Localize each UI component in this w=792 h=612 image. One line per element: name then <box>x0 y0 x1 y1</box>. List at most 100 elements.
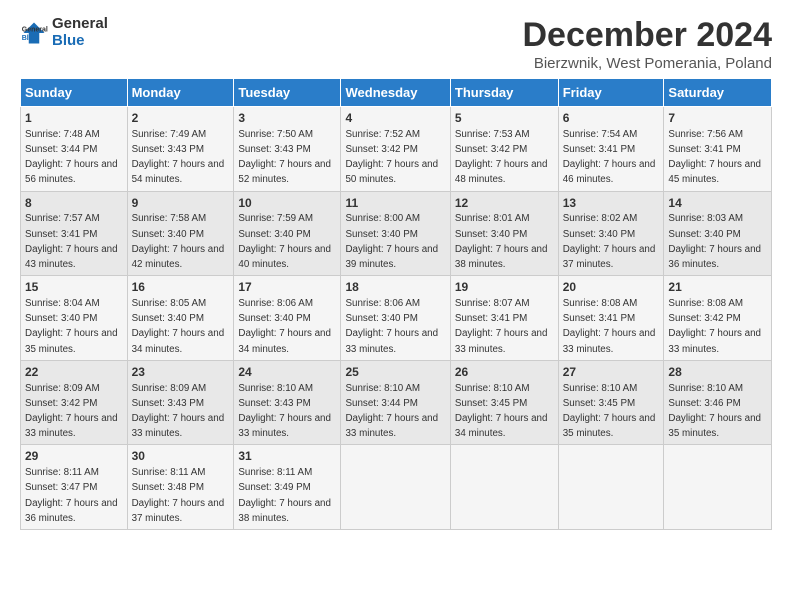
logo-general: General <box>52 16 108 33</box>
calendar-cell: 16 Sunrise: 8:05 AMSunset: 3:40 PMDayligh… <box>127 276 234 361</box>
day-number: 7 <box>668 110 767 127</box>
calendar-cell: 31 Sunrise: 8:11 AMSunset: 3:49 PMDayligh… <box>234 445 341 530</box>
day-header-saturday: Saturday <box>664 79 772 107</box>
calendar-cell: 7 Sunrise: 7:56 AMSunset: 3:41 PMDaylight… <box>664 107 772 192</box>
day-number: 19 <box>455 279 554 296</box>
day-header-tuesday: Tuesday <box>234 79 341 107</box>
day-number: 13 <box>563 195 660 212</box>
day-number: 3 <box>238 110 336 127</box>
day-number: 18 <box>345 279 445 296</box>
day-number: 5 <box>455 110 554 127</box>
day-number: 14 <box>668 195 767 212</box>
day-info: Sunrise: 8:11 AMSunset: 3:49 PMDaylight:… <box>238 467 331 524</box>
day-number: 20 <box>563 279 660 296</box>
svg-text:Blue: Blue <box>22 35 37 42</box>
day-number: 26 <box>455 364 554 381</box>
day-header-wednesday: Wednesday <box>341 79 450 107</box>
day-info: Sunrise: 8:10 AMSunset: 3:45 PMDaylight:… <box>455 383 548 440</box>
day-info: Sunrise: 8:10 AMSunset: 3:43 PMDaylight:… <box>238 383 331 440</box>
calendar-cell: 20 Sunrise: 8:08 AMSunset: 3:41 PMDayligh… <box>558 276 664 361</box>
title-block: December 2024 Bierzwnik, West Pomerania,… <box>522 16 772 72</box>
day-number: 27 <box>563 364 660 381</box>
day-info: Sunrise: 8:10 AMSunset: 3:46 PMDaylight:… <box>668 383 761 440</box>
calendar-cell: 5Sunrise: 7:53 AMSunset: 3:42 PMDaylight… <box>450 107 558 192</box>
day-info: Sunrise: 8:06 AMSunset: 3:40 PMDaylight:… <box>238 298 331 355</box>
day-number: 24 <box>238 364 336 381</box>
calendar-cell: 14Sunrise: 8:03 AMSunset: 3:40 PMDayligh… <box>664 191 772 276</box>
calendar-cell: 3 Sunrise: 7:50 AMSunset: 3:43 PMDaylight… <box>234 107 341 192</box>
logo-blue: Blue <box>52 33 108 50</box>
day-number: 30 <box>132 448 230 465</box>
day-info: Sunrise: 7:59 AMSunset: 3:40 PMDaylight:… <box>238 213 331 270</box>
logo-icon: General Blue <box>20 19 48 47</box>
calendar-cell <box>558 445 664 530</box>
calendar-cell <box>341 445 450 530</box>
day-number: 15 <box>25 279 123 296</box>
day-number: 16 <box>132 279 230 296</box>
day-number: 9 <box>132 195 230 212</box>
day-header-friday: Friday <box>558 79 664 107</box>
calendar-cell: 23Sunrise: 8:09 AMSunset: 3:43 PMDayligh… <box>127 360 234 445</box>
calendar-cell: 17Sunrise: 8:06 AMSunset: 3:40 PMDayligh… <box>234 276 341 361</box>
day-info: Sunrise: 8:04 AMSunset: 3:40 PMDaylight:… <box>25 298 118 355</box>
calendar-cell: 12Sunrise: 8:01 AMSunset: 3:40 PMDayligh… <box>450 191 558 276</box>
day-number: 23 <box>132 364 230 381</box>
calendar-cell: 21 Sunrise: 8:08 AMSunset: 3:42 PMDayligh… <box>664 276 772 361</box>
calendar-cell: 9Sunrise: 7:58 AMSunset: 3:40 PMDaylight… <box>127 191 234 276</box>
day-info: Sunrise: 7:48 AMSunset: 3:44 PMDaylight:… <box>25 129 118 186</box>
day-info: Sunrise: 8:06 AMSunset: 3:40 PMDaylight:… <box>345 298 438 355</box>
calendar-cell: 4Sunrise: 7:52 AMSunset: 3:42 PMDaylight… <box>341 107 450 192</box>
day-info: Sunrise: 7:52 AMSunset: 3:42 PMDaylight:… <box>345 129 438 186</box>
day-info: Sunrise: 8:00 AMSunset: 3:40 PMDaylight:… <box>345 213 438 270</box>
main-title: December 2024 <box>522 16 772 55</box>
day-info: Sunrise: 8:07 AMSunset: 3:41 PMDaylight:… <box>455 298 548 355</box>
day-info: Sunrise: 8:11 AMSunset: 3:47 PMDaylight:… <box>25 467 118 524</box>
day-number: 25 <box>345 364 445 381</box>
logo: General Blue General Blue <box>20 16 108 49</box>
day-info: Sunrise: 8:08 AMSunset: 3:41 PMDaylight:… <box>563 298 656 355</box>
day-info: Sunrise: 8:01 AMSunset: 3:40 PMDaylight:… <box>455 213 548 270</box>
day-number: 1 <box>25 110 123 127</box>
day-info: Sunrise: 8:11 AMSunset: 3:48 PMDaylight:… <box>132 467 225 524</box>
day-number: 12 <box>455 195 554 212</box>
day-info: Sunrise: 7:54 AMSunset: 3:41 PMDaylight:… <box>563 129 656 186</box>
day-number: 6 <box>563 110 660 127</box>
calendar-cell: 29Sunrise: 8:11 AMSunset: 3:47 PMDayligh… <box>21 445 128 530</box>
day-info: Sunrise: 7:56 AMSunset: 3:41 PMDaylight:… <box>668 129 761 186</box>
day-header-monday: Monday <box>127 79 234 107</box>
day-info: Sunrise: 7:58 AMSunset: 3:40 PMDaylight:… <box>132 213 225 270</box>
day-number: 2 <box>132 110 230 127</box>
calendar-cell: 28 Sunrise: 8:10 AMSunset: 3:46 PMDayligh… <box>664 360 772 445</box>
calendar: SundayMondayTuesdayWednesdayThursdayFrid… <box>20 78 772 530</box>
calendar-cell: 30 Sunrise: 8:11 AMSunset: 3:48 PMDayligh… <box>127 445 234 530</box>
day-header-sunday: Sunday <box>21 79 128 107</box>
calendar-cell: 11Sunrise: 8:00 AMSunset: 3:40 PMDayligh… <box>341 191 450 276</box>
day-info: Sunrise: 8:03 AMSunset: 3:40 PMDaylight:… <box>668 213 761 270</box>
day-number: 11 <box>345 195 445 212</box>
calendar-cell: 24 Sunrise: 8:10 AMSunset: 3:43 PMDayligh… <box>234 360 341 445</box>
day-number: 8 <box>25 195 123 212</box>
day-info: Sunrise: 7:50 AMSunset: 3:43 PMDaylight:… <box>238 129 331 186</box>
calendar-cell: 8Sunrise: 7:57 AMSunset: 3:41 PMDaylight… <box>21 191 128 276</box>
calendar-cell: 22Sunrise: 8:09 AMSunset: 3:42 PMDayligh… <box>21 360 128 445</box>
day-number: 21 <box>668 279 767 296</box>
day-number: 10 <box>238 195 336 212</box>
day-number: 31 <box>238 448 336 465</box>
calendar-cell: 10Sunrise: 7:59 AMSunset: 3:40 PMDayligh… <box>234 191 341 276</box>
calendar-cell: 15 Sunrise: 8:04 AMSunset: 3:40 PMDayligh… <box>21 276 128 361</box>
calendar-cell <box>450 445 558 530</box>
day-info: Sunrise: 8:05 AMSunset: 3:40 PMDaylight:… <box>132 298 225 355</box>
calendar-cell <box>664 445 772 530</box>
day-info: Sunrise: 8:02 AMSunset: 3:40 PMDaylight:… <box>563 213 656 270</box>
day-info: Sunrise: 7:49 AMSunset: 3:43 PMDaylight:… <box>132 129 225 186</box>
day-number: 28 <box>668 364 767 381</box>
day-info: Sunrise: 8:10 AMSunset: 3:44 PMDaylight:… <box>345 383 438 440</box>
calendar-cell: 26 Sunrise: 8:10 AMSunset: 3:45 PMDayligh… <box>450 360 558 445</box>
svg-text:General: General <box>22 26 48 33</box>
calendar-cell: 1 Sunrise: 7:48 AMSunset: 3:44 PMDaylight… <box>21 107 128 192</box>
calendar-cell: 6 Sunrise: 7:54 AMSunset: 3:41 PMDaylight… <box>558 107 664 192</box>
day-number: 22 <box>25 364 123 381</box>
subtitle: Bierzwnik, West Pomerania, Poland <box>522 55 772 72</box>
day-header-thursday: Thursday <box>450 79 558 107</box>
day-info: Sunrise: 8:08 AMSunset: 3:42 PMDaylight:… <box>668 298 761 355</box>
